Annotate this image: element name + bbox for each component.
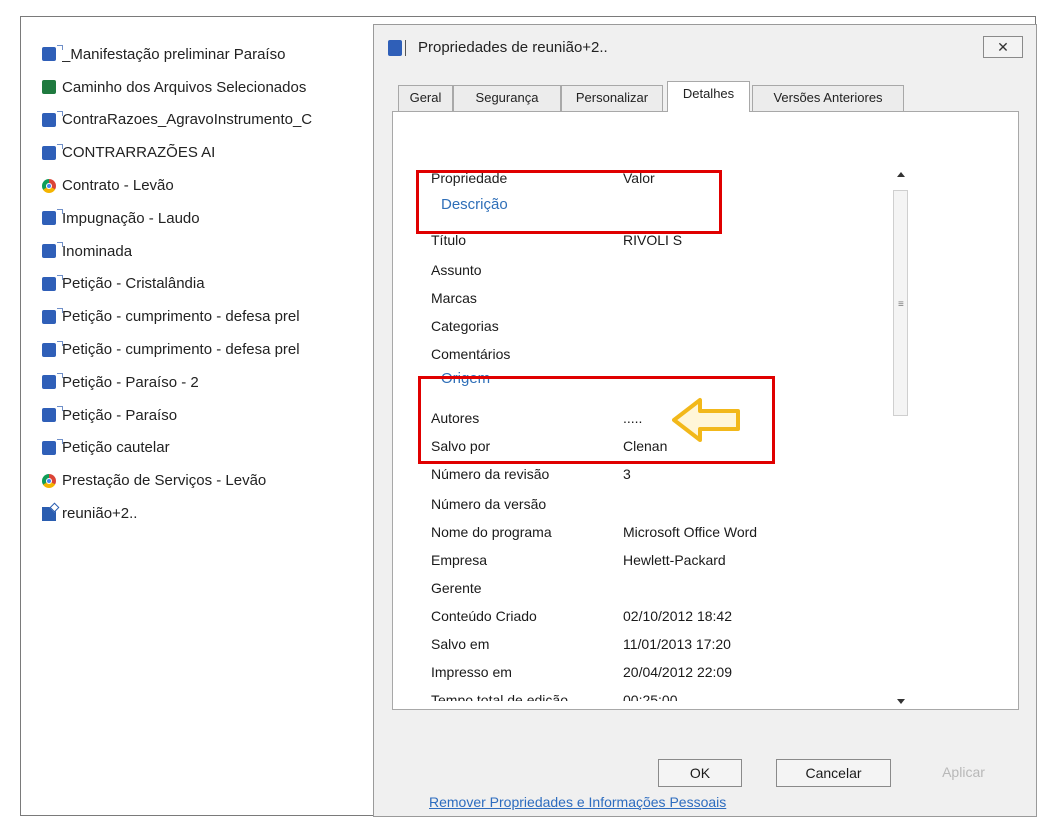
scroll-up-arrow-icon[interactable]	[897, 172, 905, 177]
list-item[interactable]: CONTRARRAZÕES AI	[42, 136, 374, 169]
table-row[interactable]: Número da revisão 3	[431, 460, 929, 488]
property-name: Categorias	[431, 318, 499, 334]
close-button[interactable]: ✕	[983, 36, 1023, 58]
word-new-doc-icon	[42, 506, 56, 521]
word-doc-icon	[42, 143, 63, 160]
word-doc-icon	[42, 45, 63, 62]
word-doc-icon	[42, 307, 63, 324]
property-name: Comentários	[431, 346, 511, 362]
file-name: _Manifestação preliminar Paraíso	[62, 45, 286, 63]
file-name: Caminho dos Arquivos Selecionados	[62, 78, 307, 96]
table-row[interactable]: Categorias	[431, 312, 929, 340]
property-name: Tempo total de edição	[431, 692, 568, 701]
tab-versoes-anteriores[interactable]: Versões Anteriores	[752, 85, 904, 111]
table-row[interactable]: Gerente	[431, 574, 929, 602]
property-name: Conteúdo Criado	[431, 608, 537, 624]
cancel-button[interactable]: Cancelar	[776, 759, 891, 787]
file-name: Petição - Cristalândia	[62, 275, 205, 293]
property-value[interactable]: 11/01/2013 17:20	[623, 630, 731, 658]
list-item[interactable]: Petição - Paraíso	[42, 399, 374, 432]
property-name: Número da revisão	[431, 466, 550, 482]
table-row[interactable]: Tempo total de edição 00:25:00	[431, 686, 929, 701]
list-item[interactable]: Petição - Cristalândia	[42, 268, 374, 301]
property-value[interactable]: 02/10/2012 18:42	[623, 602, 732, 630]
file-name: Inominada	[62, 242, 133, 260]
list-item[interactable]: Petição - cumprimento - defesa prel	[42, 300, 374, 333]
table-row[interactable]: Comentários	[431, 340, 929, 368]
table-row[interactable]: Conteúdo Criado 02/10/2012 18:42	[431, 602, 929, 630]
word-doc-icon	[42, 406, 63, 423]
file-name: Impugnação - Laudo	[62, 209, 200, 227]
property-name: Empresa	[431, 552, 488, 568]
list-item[interactable]: _Manifestação preliminar Paraíso	[42, 38, 374, 71]
file-name: Petição cautelar	[62, 439, 170, 457]
dialog-title: Propriedades de reunião+2..	[418, 39, 608, 56]
table-row[interactable]: Assunto	[431, 256, 929, 284]
property-name: Gerente	[431, 580, 482, 596]
file-name: Prestação de Serviços - Levão	[62, 472, 267, 490]
word-doc-icon	[42, 209, 63, 226]
file-name: Petição - cumprimento - defesa prel	[62, 308, 300, 326]
list-item[interactable]: reunião+2..	[42, 497, 374, 530]
table-row[interactable]: Impresso em 20/04/2012 22:09	[431, 658, 929, 686]
file-name: Petição - cumprimento - defesa prel	[62, 341, 300, 359]
list-item[interactable]: ContraRazoes_AgravoInstrumento_C	[42, 104, 374, 137]
highlight-box-description	[416, 170, 722, 234]
file-name: Contrato - Levão	[62, 177, 174, 195]
file-name: CONTRARRAZÕES AI	[62, 144, 216, 162]
list-item[interactable]: Prestação de Serviços - Levão	[42, 464, 374, 497]
property-name: Marcas	[431, 290, 477, 306]
property-name: Assunto	[431, 262, 482, 278]
scroll-thumb[interactable]: ≡	[893, 190, 908, 416]
chrome-icon	[42, 473, 56, 488]
tab-personalizar[interactable]: Personalizar	[561, 85, 663, 111]
word-doc-icon	[388, 40, 406, 56]
property-name: Salvo em	[431, 636, 490, 652]
chrome-icon	[42, 178, 56, 193]
property-value[interactable]: 3	[623, 460, 631, 488]
apply-button[interactable]: Aplicar	[921, 759, 1006, 787]
pointer-arrow-icon	[672, 398, 740, 442]
property-name: Impresso em	[431, 664, 512, 680]
list-item[interactable]: Petição - cumprimento - defesa prel	[42, 333, 374, 366]
scroll-down-arrow-icon[interactable]	[897, 699, 905, 704]
word-doc-icon	[42, 340, 63, 357]
list-item[interactable]: Impugnação - Laudo	[42, 202, 374, 235]
list-item[interactable]: Inominada	[42, 235, 374, 268]
file-name: ContraRazoes_AgravoInstrumento_C	[62, 111, 313, 129]
file-name: reunião+2..	[62, 505, 138, 523]
tab-geral[interactable]: Geral	[398, 85, 453, 111]
property-name: Número da versão	[431, 496, 547, 512]
list-item[interactable]: Petição - Paraíso - 2	[42, 366, 374, 399]
table-row[interactable]: Salvo em 11/01/2013 17:20	[431, 630, 929, 658]
tab-seguranca[interactable]: Segurança	[453, 85, 561, 111]
word-doc-icon	[42, 110, 63, 127]
word-doc-icon	[42, 438, 63, 455]
property-value[interactable]: Hewlett-Packard	[623, 546, 726, 574]
list-item[interactable]: Petição cautelar	[42, 432, 374, 465]
file-list: _Manifestação preliminar Paraíso Caminho…	[42, 38, 374, 530]
file-name: Petição - Paraíso - 2	[62, 373, 199, 391]
table-row[interactable]: Empresa Hewlett-Packard	[431, 546, 929, 574]
file-name: Petição - Paraíso	[62, 406, 178, 424]
table-row[interactable]: Número da versão	[431, 490, 929, 518]
dialog-titlebar[interactable]: Propriedades de reunião+2.. ✕	[374, 25, 1036, 71]
remove-properties-link[interactable]: Remover Propriedades e Informações Pesso…	[429, 794, 726, 810]
word-doc-icon	[42, 373, 63, 390]
word-doc-icon	[42, 274, 63, 291]
property-value[interactable]: 20/04/2012 22:09	[623, 658, 732, 686]
ok-button[interactable]: OK	[658, 759, 742, 787]
word-doc-icon	[42, 242, 63, 259]
tab-detalhes[interactable]: Detalhes	[667, 81, 750, 112]
property-value[interactable]: Microsoft Office Word	[623, 518, 757, 546]
scroll-grip-icon: ≡	[898, 299, 904, 310]
excel-icon	[42, 80, 56, 95]
property-value[interactable]: 00:25:00	[623, 686, 678, 701]
vertical-scrollbar[interactable]: ≡	[892, 168, 910, 708]
property-name: Nome do programa	[431, 524, 552, 540]
table-row[interactable]: Marcas	[431, 284, 929, 312]
list-item[interactable]: Caminho dos Arquivos Selecionados	[42, 71, 374, 104]
table-row[interactable]: Nome do programa Microsoft Office Word	[431, 518, 929, 546]
list-item[interactable]: Contrato - Levão	[42, 169, 374, 202]
